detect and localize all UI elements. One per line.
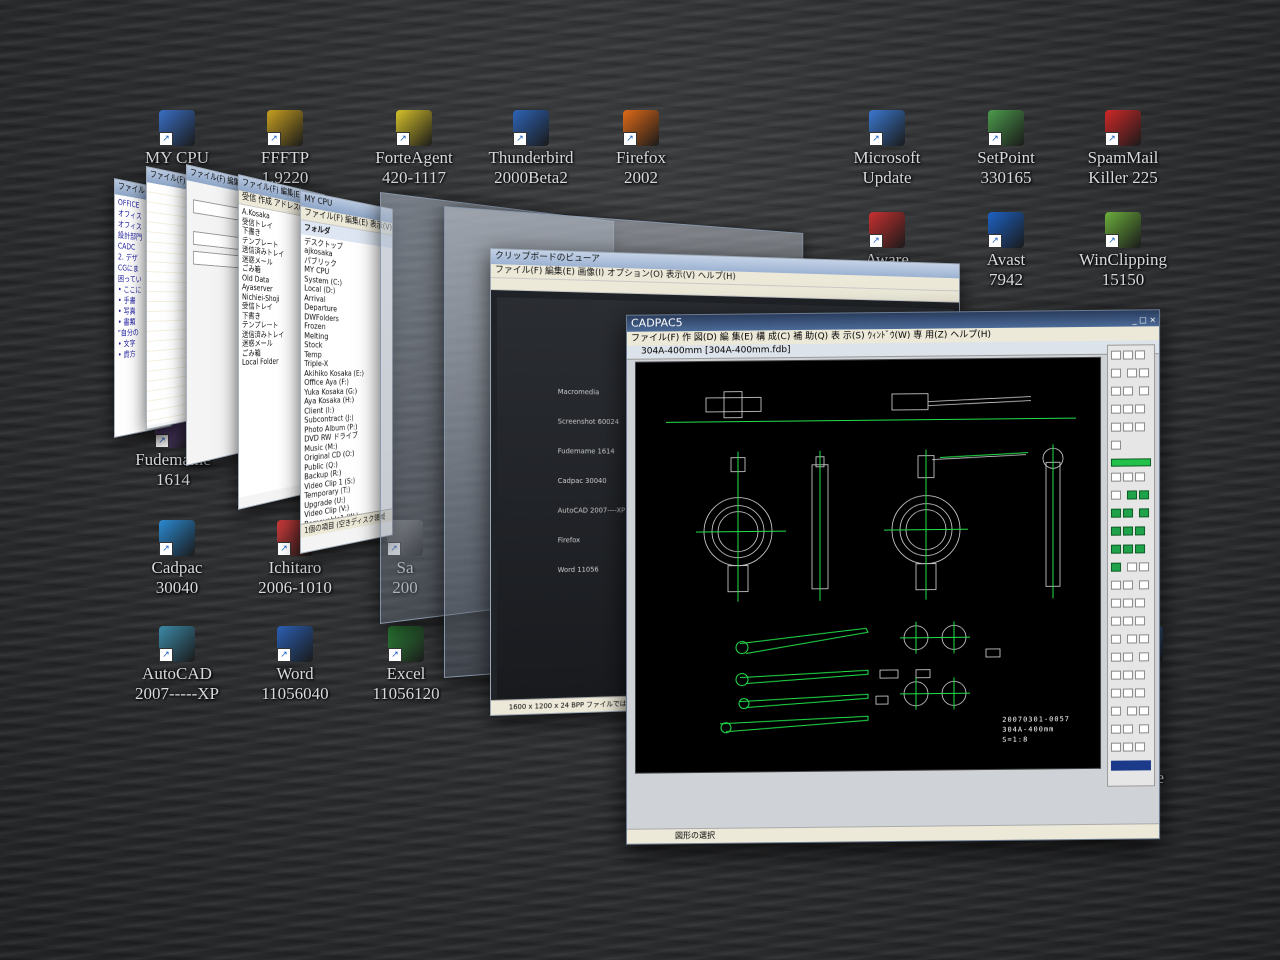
desktop-icon-label: AutoCAD (112, 664, 242, 684)
computer-icon: ↗ (159, 110, 195, 146)
windows-update-icon: ↗ (869, 110, 905, 146)
desktop-icon-setpoint[interactable]: ↗ SetPoint 330165 (941, 110, 1071, 188)
window-controls[interactable]: _ □ × (1133, 312, 1156, 328)
desktop-icon-label: SpamMail (1058, 148, 1188, 168)
desktop-icon-label: WinClipping (1058, 250, 1188, 270)
desktop-icon-label: FFFTP (220, 148, 350, 168)
cadpac-title-text: CADPAC5 (631, 316, 683, 330)
desktop-icon-cadpac[interactable]: ↗ Cadpac 30040 (112, 520, 242, 598)
desktop-icon-winclipping[interactable]: ↗ WinClipping 15150 (1058, 212, 1188, 290)
valve-drawing (636, 358, 1100, 773)
cad-drawing-canvas[interactable]: 20070301-0057 304A-400mm S=1:8 (635, 357, 1101, 774)
desktop-icon-spammail[interactable]: ↗ SpamMail Killer 225 (1058, 110, 1188, 188)
shortcut-arrow-icon: ↗ (623, 132, 637, 146)
desktop-icon-autocad[interactable]: ↗ AutoCAD 2007-----XP (112, 626, 242, 704)
desktop-icon-sublabel: Killer 225 (1058, 168, 1188, 188)
desktop-icon-label: Microsoft (822, 148, 952, 168)
desktop-icon-forteagent[interactable]: ↗ ForteAgent 420-1117 (349, 110, 479, 188)
shortcut-arrow-icon: ↗ (277, 542, 291, 556)
cadpac-status: 図形の選択 (627, 823, 1159, 844)
spam-icon: ↗ (1105, 110, 1141, 146)
desktop-icon-sublabel: 330165 (941, 168, 1071, 188)
drawing-scale: S=1:8 (1002, 734, 1070, 745)
shortcut-arrow-icon: ↗ (513, 132, 527, 146)
desktop-icon-sublabel: 7942 (941, 270, 1071, 290)
desktop-icon-sublabel: 1614 (108, 470, 238, 490)
shortcut-arrow-icon: ↗ (396, 132, 410, 146)
avast-icon: ↗ (988, 212, 1024, 248)
shortcut-arrow-icon: ↗ (155, 434, 169, 448)
shortcut-arrow-icon: ↗ (159, 542, 173, 556)
shortcut-arrow-icon: ↗ (988, 234, 1002, 248)
desktop-icon-firefox[interactable]: ↗ Firefox 2002 (576, 110, 706, 188)
autocad-icon: ↗ (159, 626, 195, 662)
word-icon: ↗ (277, 626, 313, 662)
drawing-number: 20070301-0057 (1002, 714, 1070, 725)
adaware-icon: ↗ (869, 212, 905, 248)
status-indicator (1111, 458, 1151, 466)
desktop-icon-avast[interactable]: ↗ Avast 7942 (941, 212, 1071, 290)
shortcut-arrow-icon: ↗ (869, 132, 883, 146)
shortcut-arrow-icon: ↗ (869, 234, 883, 248)
shortcut-arrow-icon: ↗ (159, 648, 173, 662)
desktop-icon-sublabel: 2002 (576, 168, 706, 188)
clipping-icon: ↗ (1105, 212, 1141, 248)
firefox-icon: ↗ (623, 110, 659, 146)
desktop-icon-sublabel: Update (822, 168, 952, 188)
shortcut-arrow-icon: ↗ (388, 648, 402, 662)
cadpac-window[interactable]: CADPAC5 _ □ × ファイル(F) 作 図(D) 編 集(E) 構 成(… (626, 309, 1160, 845)
thunderbird-icon: ↗ (513, 110, 549, 146)
shortcut-arrow-icon: ↗ (277, 648, 291, 662)
shortcut-arrow-icon: ↗ (159, 132, 173, 146)
cadpac-icon: ↗ (159, 520, 195, 556)
folder-tree-item[interactable]: Triple-X (304, 359, 389, 369)
excel-icon: ↗ (388, 626, 424, 662)
shortcut-arrow-icon: ↗ (1105, 132, 1119, 146)
tool-palette[interactable] (1107, 344, 1155, 787)
shortcut-arrow-icon: ↗ (1105, 234, 1119, 248)
explorer-window[interactable]: MY CPU ファイル(F) 編集(E) 表示(V) フォルダ デスクトップ aj… (300, 190, 393, 554)
desktop-icon-label: ForteAgent (349, 148, 479, 168)
desktop-icon-sublabel: 2007-----XP (112, 684, 242, 704)
newsreader-icon: ↗ (396, 110, 432, 146)
desktop-icon-label: Cadpac (112, 558, 242, 578)
desktop-icon-sublabel: 15150 (1058, 270, 1188, 290)
shortcut-arrow-icon: ↗ (988, 132, 1002, 146)
desktop-icon-label: Avast (941, 250, 1071, 270)
drawing-title-block: 20070301-0057 304A-400mm S=1:8 (1002, 714, 1070, 745)
ftp-icon: ↗ (267, 110, 303, 146)
mouse-icon: ↗ (988, 110, 1024, 146)
desktop-icon-sublabel: 420-1117 (349, 168, 479, 188)
desktop-icon-sublabel: 30040 (112, 578, 242, 598)
shortcut-arrow-icon: ↗ (267, 132, 281, 146)
desktop-icon-label: Firefox (576, 148, 706, 168)
desktop-icon-msupdate[interactable]: ↗ Microsoft Update (822, 110, 952, 188)
drawing-name: 304A-400mm (1002, 724, 1070, 735)
desktop-icon-label: SetPoint (941, 148, 1071, 168)
